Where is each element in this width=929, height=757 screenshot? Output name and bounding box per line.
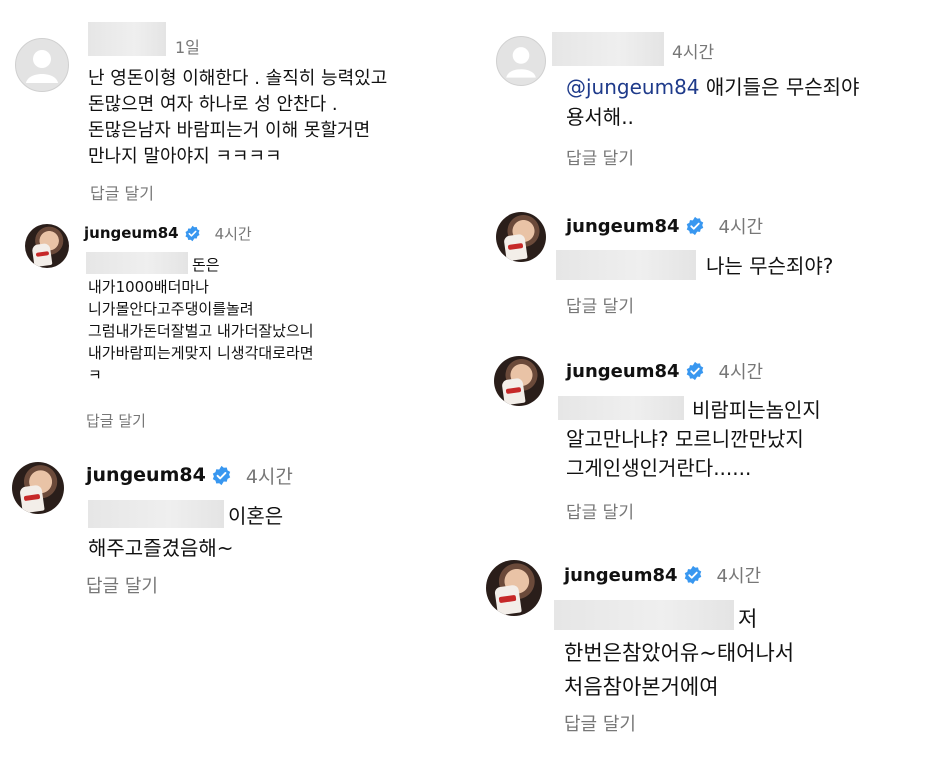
- redacted-username: [552, 32, 664, 66]
- reply-button[interactable]: 답글 달기: [90, 180, 154, 204]
- avatar[interactable]: [12, 462, 64, 514]
- comment-time: 4시간: [672, 43, 715, 63]
- comment-header: jungeum84 4시간: [564, 562, 761, 588]
- avatar[interactable]: [494, 356, 544, 406]
- comment-time: 1일: [175, 38, 200, 57]
- reply-button[interactable]: 답글 달기: [566, 144, 634, 169]
- comment-text: 나는 무슨죄야?: [706, 254, 834, 278]
- comment-header: jungeum84 4시간: [566, 358, 763, 384]
- username[interactable]: jungeum84: [86, 464, 206, 486]
- redacted-mention: [556, 250, 696, 280]
- reply-button[interactable]: 답글 달기: [566, 292, 634, 317]
- reply-button[interactable]: 답글 달기: [566, 498, 634, 523]
- avatar[interactable]: [15, 38, 69, 92]
- verified-badge-icon: [212, 465, 230, 485]
- verified-badge-icon: [686, 361, 703, 381]
- comment-text: 이혼은 해주고즐겼음해~: [88, 504, 284, 560]
- comment-text: 난 영돈이형 이해한다 . 솔직히 능력있고 돈많으면 여자 하나로 성 안찬다…: [88, 68, 388, 167]
- comment-time: 4시간: [214, 224, 252, 243]
- username[interactable]: jungeum84: [84, 224, 179, 242]
- default-avatar-icon: [506, 47, 536, 78]
- comment-text: 저 한번은참았어유~태어나서 처음참아본거에여: [564, 607, 795, 699]
- verified-badge-icon: [185, 225, 200, 241]
- redacted-username: [88, 22, 166, 56]
- reply-button[interactable]: 답글 달기: [86, 572, 158, 598]
- default-avatar-icon: [26, 50, 58, 83]
- comment-text: @jungeum84 애기들은 무슨죄야 용서해..: [566, 72, 859, 132]
- comment-header: jungeum84 4시간: [86, 462, 293, 488]
- comment-text: 비람피는놈인지 알고만나냐? 모르니깐만났지 그게인생인거란다......: [566, 398, 821, 480]
- comment-header: jungeum84 4시간: [84, 222, 252, 244]
- comment-time: 4시간: [716, 566, 762, 587]
- verified-badge-icon: [686, 216, 703, 236]
- comment-header: jungeum84 4시간: [566, 213, 763, 239]
- comment-text: 돈은 내가1000배더마나 니가몰안다고주댕이를놀려 그럼내가돈더잘벌고 내가더…: [88, 256, 314, 384]
- avatar[interactable]: [25, 224, 69, 268]
- comment-time: 4시간: [718, 362, 764, 383]
- verified-badge-icon: [684, 565, 701, 585]
- reply-button[interactable]: 답글 달기: [86, 410, 146, 431]
- mention-link[interactable]: @jungeum84: [566, 75, 700, 99]
- username[interactable]: jungeum84: [564, 565, 678, 586]
- reply-button[interactable]: 답글 달기: [564, 710, 636, 736]
- comment-time: 4시간: [718, 217, 764, 238]
- avatar[interactable]: [486, 560, 542, 616]
- avatar[interactable]: [496, 212, 546, 262]
- avatar[interactable]: [496, 36, 546, 86]
- comment-time: 4시간: [245, 465, 293, 488]
- username[interactable]: jungeum84: [566, 216, 680, 237]
- username[interactable]: jungeum84: [566, 361, 680, 382]
